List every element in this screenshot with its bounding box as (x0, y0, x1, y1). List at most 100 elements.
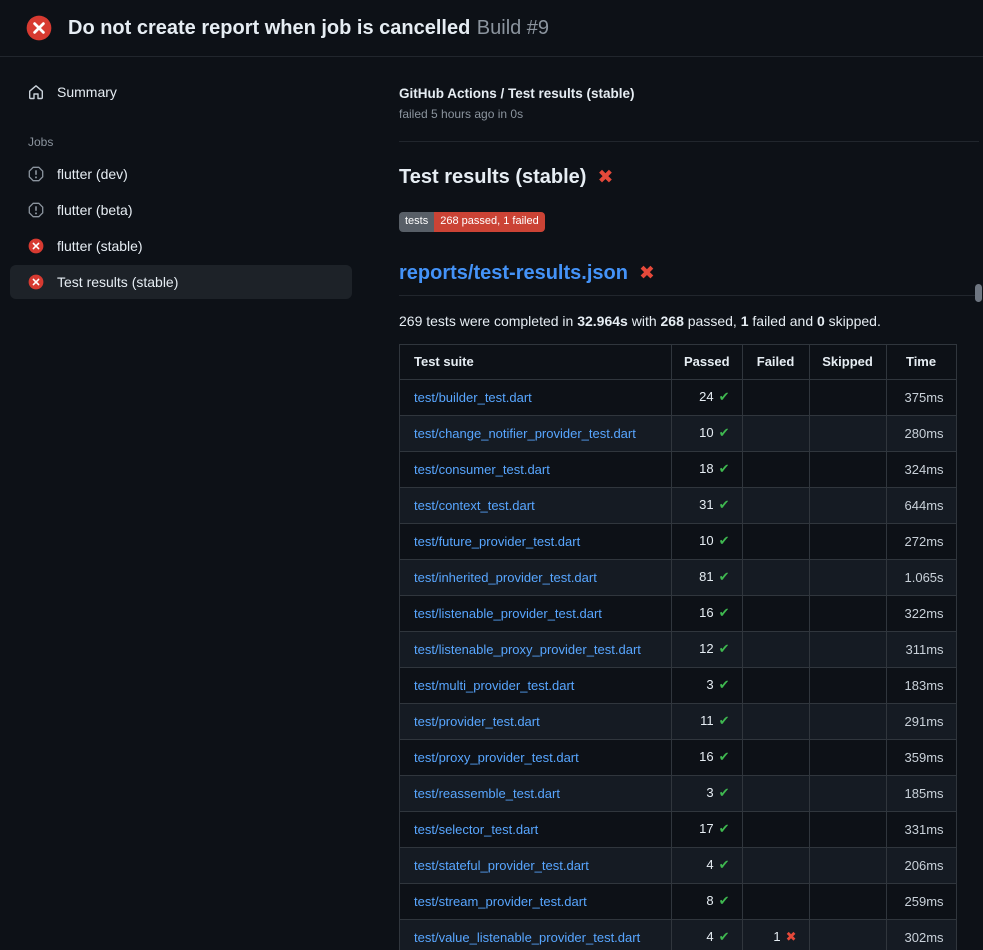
x-circle-icon (28, 238, 44, 254)
time-cell: 206ms (886, 848, 956, 884)
cancelled-icon (28, 166, 44, 182)
check-icon: ✔ (719, 606, 730, 621)
check-icon: ✔ (719, 678, 730, 693)
sidebar-item-flutter-dev[interactable]: flutter (dev) (10, 157, 352, 191)
check-icon: ✔ (719, 858, 730, 873)
col-header-passed: Passed (672, 345, 743, 380)
summary-failed: 1 (741, 313, 749, 329)
sidebar-job-label: flutter (dev) (57, 166, 128, 182)
x-circle-icon (28, 274, 44, 290)
summary-line: 269 tests were completed in 32.964s with… (399, 313, 979, 329)
suite-link[interactable]: test/value_listenable_provider_test.dart (414, 930, 640, 945)
main-content: GitHub Actions / Test results (stable) f… (380, 57, 983, 950)
check-icon: ✔ (719, 930, 730, 945)
build-title: Do not create report when job is cancell… (68, 17, 470, 39)
sidebar-item-flutter-stable[interactable]: flutter (stable) (10, 229, 352, 263)
table-row: test/reassemble_test.dart 3✔ 185ms (400, 776, 957, 812)
summary-passed: 268 (661, 313, 684, 329)
time-cell: 359ms (886, 740, 956, 776)
suite-link[interactable]: test/context_test.dart (414, 498, 535, 513)
suite-link[interactable]: test/provider_test.dart (414, 714, 540, 729)
sidebar-item-summary[interactable]: Summary (10, 75, 352, 109)
report-title-link[interactable]: reports/test-results.json (399, 262, 628, 285)
sidebar-job-label: flutter (beta) (57, 202, 132, 218)
badge-label: tests (399, 212, 434, 232)
sidebar-item-flutter-beta[interactable]: flutter (beta) (10, 193, 352, 227)
col-header-time: Time (886, 345, 956, 380)
table-row: test/builder_test.dart 24✔ 375ms (400, 380, 957, 416)
sidebar-job-label: flutter (stable) (57, 238, 143, 254)
suite-link[interactable]: test/stream_provider_test.dart (414, 894, 587, 909)
home-icon (28, 84, 44, 100)
time-cell: 375ms (886, 380, 956, 416)
table-row: test/change_notifier_provider_test.dart … (400, 416, 957, 452)
sidebar-summary-label: Summary (57, 84, 117, 100)
failed-x-icon: ✖ (639, 264, 655, 283)
table-row: test/consumer_test.dart 18✔ 324ms (400, 452, 957, 488)
check-icon: ✔ (719, 786, 730, 801)
suite-link[interactable]: test/consumer_test.dart (414, 462, 550, 477)
col-header-failed: Failed (742, 345, 809, 380)
time-cell: 183ms (886, 668, 956, 704)
suite-link[interactable]: test/change_notifier_provider_test.dart (414, 426, 636, 441)
check-icon: ✔ (719, 894, 730, 909)
suite-link[interactable]: test/multi_provider_test.dart (414, 678, 574, 693)
time-cell: 644ms (886, 488, 956, 524)
check-icon: ✔ (719, 642, 730, 657)
suite-link[interactable]: test/proxy_provider_test.dart (414, 750, 579, 765)
table-header-row: Test suite Passed Failed Skipped Time (400, 345, 957, 380)
table-row: test/provider_test.dart 11✔ 291ms (400, 704, 957, 740)
time-cell: 259ms (886, 884, 956, 920)
suite-link[interactable]: test/listenable_provider_test.dart (414, 606, 602, 621)
time-cell: 324ms (886, 452, 956, 488)
table-row: test/listenable_proxy_provider_test.dart… (400, 632, 957, 668)
tests-badge: tests 268 passed, 1 failed (399, 212, 545, 232)
suite-link[interactable]: test/listenable_proxy_provider_test.dart (414, 642, 641, 657)
suite-link[interactable]: test/inherited_provider_test.dart (414, 570, 597, 585)
table-row: test/stateful_provider_test.dart 4✔ 206m… (400, 848, 957, 884)
jobs-section-heading: Jobs (28, 135, 380, 149)
check-icon: ✔ (719, 534, 730, 549)
build-header: Do not create report when job is cancell… (0, 0, 983, 57)
time-cell: 272ms (886, 524, 956, 560)
check-icon: ✔ (719, 714, 730, 729)
check-icon: ✔ (719, 750, 730, 765)
check-icon: ✔ (719, 498, 730, 513)
table-row: test/context_test.dart 31✔ 644ms (400, 488, 957, 524)
table-row: test/future_provider_test.dart 10✔ 272ms (400, 524, 957, 560)
time-cell: 331ms (886, 812, 956, 848)
failed-status-icon (26, 15, 52, 41)
results-table: Test suite Passed Failed Skipped Time te… (399, 344, 957, 950)
sidebar-item-test-results-stable[interactable]: Test results (stable) (10, 265, 352, 299)
check-icon: ✔ (719, 462, 730, 477)
cross-icon: ✖ (786, 930, 797, 945)
suite-link[interactable]: test/reassemble_test.dart (414, 786, 560, 801)
summary-skipped: 0 (817, 313, 825, 329)
table-row: test/proxy_provider_test.dart 16✔ 359ms (400, 740, 957, 776)
run-meta: failed 5 hours ago in 0s (399, 107, 979, 121)
time-cell: 302ms (886, 920, 956, 950)
divider (399, 141, 979, 142)
table-row: test/value_listenable_provider_test.dart… (400, 920, 957, 950)
time-cell: 1.065s (886, 560, 956, 596)
suite-link[interactable]: test/selector_test.dart (414, 822, 538, 837)
time-cell: 291ms (886, 704, 956, 740)
scrollbar-thumb[interactable] (975, 284, 982, 302)
time-cell: 322ms (886, 596, 956, 632)
page-title: Test results (stable) (399, 166, 586, 189)
cancelled-icon (28, 202, 44, 218)
report-heading: reports/test-results.json ✖ (399, 262, 979, 296)
suite-link[interactable]: test/future_provider_test.dart (414, 534, 580, 549)
table-row: test/listenable_provider_test.dart 16✔ 3… (400, 596, 957, 632)
sidebar-job-label: Test results (stable) (57, 274, 178, 290)
breadcrumb: GitHub Actions / Test results (stable) (399, 86, 979, 101)
col-header-test-suite: Test suite (400, 345, 672, 380)
time-cell: 185ms (886, 776, 956, 812)
suite-link[interactable]: test/builder_test.dart (414, 390, 532, 405)
table-row: test/inherited_provider_test.dart 81✔ 1.… (400, 560, 957, 596)
build-number: Build #9 (477, 17, 549, 39)
check-icon: ✔ (719, 426, 730, 441)
suite-link[interactable]: test/stateful_provider_test.dart (414, 858, 589, 873)
check-icon: ✔ (719, 822, 730, 837)
time-cell: 280ms (886, 416, 956, 452)
